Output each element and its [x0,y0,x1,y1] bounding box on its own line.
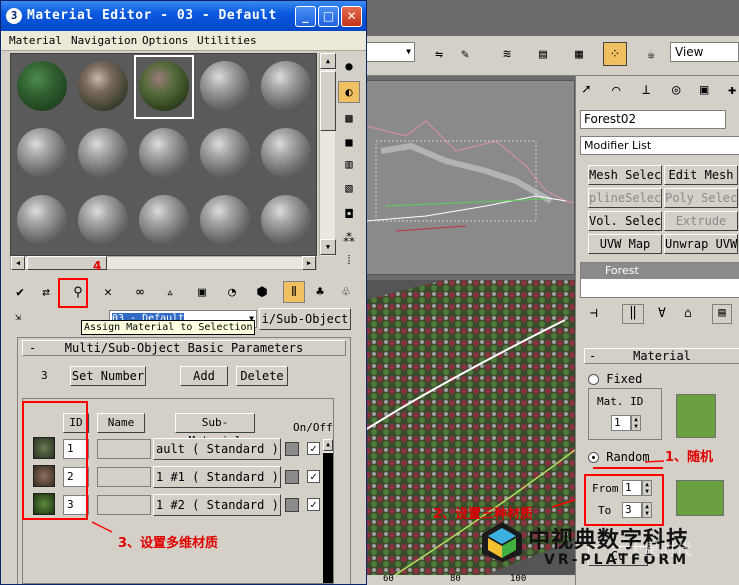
annotation-arrows [91,460,665,533]
vr-platform-logo-icon [482,522,522,562]
watermark-overlay-text: 火星时代 [628,540,693,559]
annotation-step1: 1、随机 [665,450,714,465]
annotation-step3: 3、设置多维材质 [118,536,219,551]
watermark-logo: 中视典数字科技 VR-PLATFORM 火星时代 [478,518,739,585]
